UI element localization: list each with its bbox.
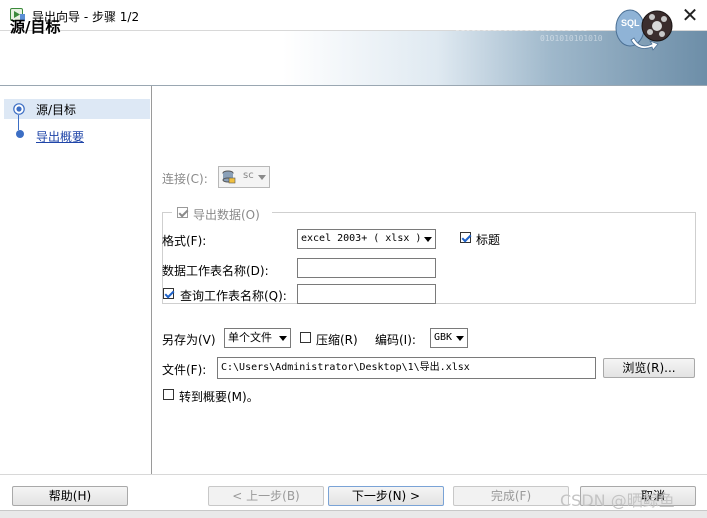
data-sheet-label: 数据工作表名称(D): [162, 264, 269, 278]
encoding-select[interactable]: GBK [430, 328, 468, 348]
finish-button[interactable]: 完成(F) [453, 486, 569, 506]
save-as-label: 另存为(V) [162, 333, 216, 347]
next-button[interactable]: 下一步(N) > [328, 486, 444, 506]
step-item-source-target[interactable] [4, 99, 150, 119]
back-button[interactable]: < 上一步(B) [208, 486, 324, 506]
compress-checkbox[interactable] [300, 332, 311, 343]
export-data-checkbox[interactable] [177, 207, 188, 218]
svg-text:SQL: SQL [621, 18, 640, 28]
binary-decoration-2: 0101010101010 [540, 34, 603, 43]
connection-value: sc [243, 170, 254, 181]
help-button[interactable]: 帮助(H) [12, 486, 128, 506]
goto-summary-label: 转到概要(M)。 [179, 390, 259, 404]
query-sheet-checkbox[interactable] [163, 288, 174, 299]
step-link-export-summary[interactable]: 导出概要 [36, 128, 84, 145]
format-label: 格式(F): [162, 234, 207, 248]
encoding-label: 编码(I): [375, 333, 416, 347]
file-label: 文件(F): [162, 363, 207, 377]
title-checkbox[interactable] [460, 232, 471, 243]
database-connection-icon [222, 170, 236, 184]
step-dot-icon [16, 130, 24, 138]
step-connector [18, 115, 19, 130]
step-label-source-target[interactable]: 源/目标 [36, 101, 76, 118]
browse-button[interactable]: 浏览(R)... [603, 358, 695, 378]
save-as-value: 单个文件 [228, 331, 272, 344]
footer-separator [0, 474, 707, 475]
file-path-input[interactable]: C:\Users\Administrator\Desktop\1\导出.xlsx [217, 357, 596, 379]
page-title: 源/目标 [10, 18, 61, 36]
format-select[interactable]: excel 2003+ ( xlsx ) [297, 229, 436, 249]
active-step-icon [13, 103, 25, 115]
chevron-down-icon [258, 175, 266, 180]
connection-label: 连接(C): [162, 172, 208, 186]
compress-label: 压缩(R) [316, 333, 358, 347]
query-sheet-name-input[interactable] [297, 284, 436, 304]
connection-select[interactable]: sc [218, 166, 270, 188]
query-sheet-label: 查询工作表名称(Q): [180, 289, 287, 303]
save-as-select[interactable]: 单个文件 [224, 328, 291, 348]
chevron-down-icon [456, 336, 464, 341]
binary-decoration: 0101010101010101010101010 [455, 24, 588, 33]
chevron-down-icon [424, 237, 432, 242]
watermark: CSDN @晒鲸鱼 [560, 491, 675, 510]
chevron-down-icon [279, 336, 287, 341]
title-checkbox-label: 标题 [476, 233, 501, 247]
data-sheet-name-input[interactable] [297, 258, 436, 278]
sql-database-export-icon: SQL [615, 9, 673, 51]
export-data-label: 导出数据(O) [193, 208, 260, 222]
format-value: excel 2003+ ( xlsx ) [301, 233, 422, 244]
goto-summary-checkbox[interactable] [163, 389, 174, 400]
encoding-value: GBK [434, 332, 453, 343]
